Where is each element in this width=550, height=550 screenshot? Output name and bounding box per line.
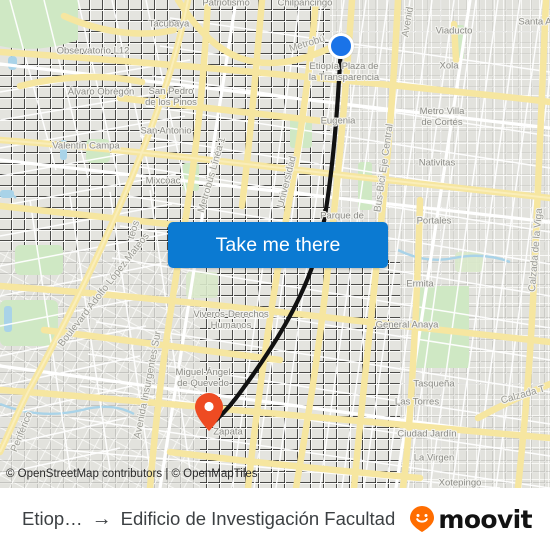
map-pin-icon [195, 393, 223, 431]
route-footer-bar: Etiop… → Edificio de Investigación Facul… [0, 488, 550, 550]
map-canvas-container[interactable]: Patriotismo Chilpancingo Tacubaya Observato… [0, 0, 550, 488]
route-destination-label: Edificio de Investigación Facultad de Me… [120, 508, 400, 529]
arrow-right-icon: → [91, 507, 112, 530]
moovit-route-preview: Patriotismo Chilpancingo Tacubaya Observato… [0, 0, 550, 550]
origin-marker[interactable] [328, 33, 354, 59]
take-me-there-button[interactable]: Take me there [168, 222, 388, 268]
destination-marker[interactable] [194, 392, 224, 432]
moovit-logo[interactable]: moovit [409, 504, 533, 534]
moovit-wordmark: moovit [438, 504, 532, 534]
route-origin-label: Etiop… [22, 508, 83, 529]
moovit-pin-smile-icon [410, 506, 435, 532]
route-summary: Etiop… → Edificio de Investigación Facul… [22, 508, 399, 531]
map-attribution[interactable]: © OpenStreetMap contributors | © OpenMap… [6, 468, 258, 480]
